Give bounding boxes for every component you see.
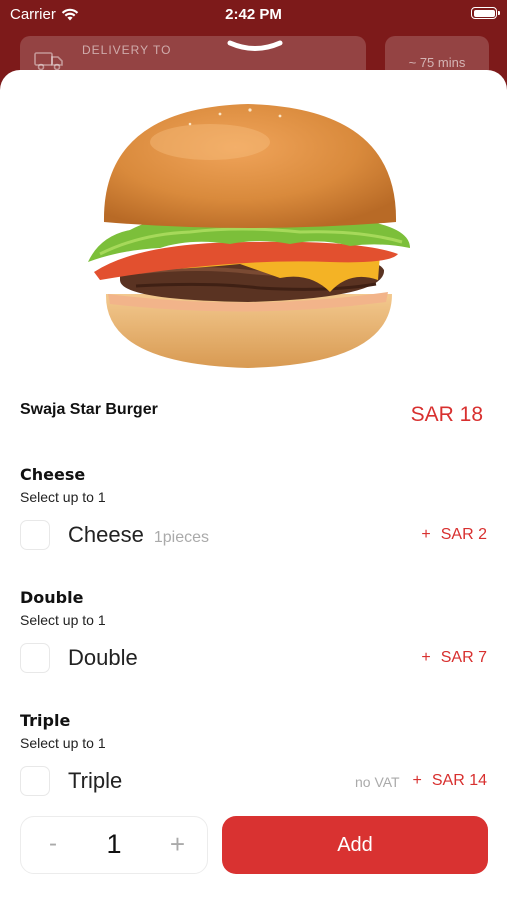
- vat-note: no VAT: [355, 774, 400, 790]
- option-group-title: Double: [20, 588, 84, 607]
- option-group-title: Triple: [20, 711, 71, 730]
- option-note: 1pieces: [153, 529, 209, 546]
- double-checkbox[interactable]: [20, 643, 50, 673]
- product-name: Swaja Star Burger: [20, 401, 158, 418]
- option-group-subtitle: Select up to 1: [20, 489, 106, 505]
- plus-sign: +: [421, 649, 431, 666]
- option-price-value: SAR 14: [431, 772, 487, 789]
- status-bar: Carrier 2:42 PM: [0, 0, 507, 30]
- option-price: + SAR 7: [421, 649, 487, 667]
- plus-sign: +: [412, 772, 422, 789]
- delivery-time: ~ 75 mins: [408, 55, 466, 70]
- option-price: + SAR 2: [421, 526, 487, 544]
- option-group-title: Cheese: [20, 465, 86, 484]
- battery-icon: [471, 7, 500, 19]
- cheese-checkbox[interactable]: [20, 520, 50, 550]
- option-price: + SAR 14: [413, 772, 487, 790]
- add-to-cart-button[interactable]: Add: [222, 816, 488, 874]
- product-price: SAR 18: [410, 403, 483, 426]
- chevron-down-icon[interactable]: [226, 38, 284, 54]
- option-name: Cheese 1pieces: [68, 522, 209, 548]
- clock: 2:42 PM: [225, 6, 282, 23]
- quantity-stepper: - 1 +: [20, 816, 208, 874]
- plus-sign: +: [421, 526, 431, 543]
- delivery-label: DELIVERY TO: [82, 43, 172, 57]
- product-screen: Carrier 2:42 PM DELIVERY TO ~ 75 mins Sw…: [0, 0, 507, 900]
- burger-image: [88, 104, 410, 368]
- increase-button[interactable]: +: [170, 829, 185, 860]
- truck-icon: [34, 52, 63, 71]
- option-name: Triple: [68, 768, 123, 793]
- option-price-value: SAR 7: [440, 649, 487, 666]
- triple-checkbox[interactable]: [20, 766, 50, 796]
- product-sheet: Swaja Star Burger SAR 18 Cheese Select u…: [0, 40, 507, 900]
- option-group-subtitle: Select up to 1: [20, 735, 106, 751]
- option-name: Double: [68, 645, 138, 670]
- option-price-value: SAR 2: [440, 526, 487, 543]
- option-group-subtitle: Select up to 1: [20, 612, 106, 628]
- option-label: Cheese: [68, 522, 144, 547]
